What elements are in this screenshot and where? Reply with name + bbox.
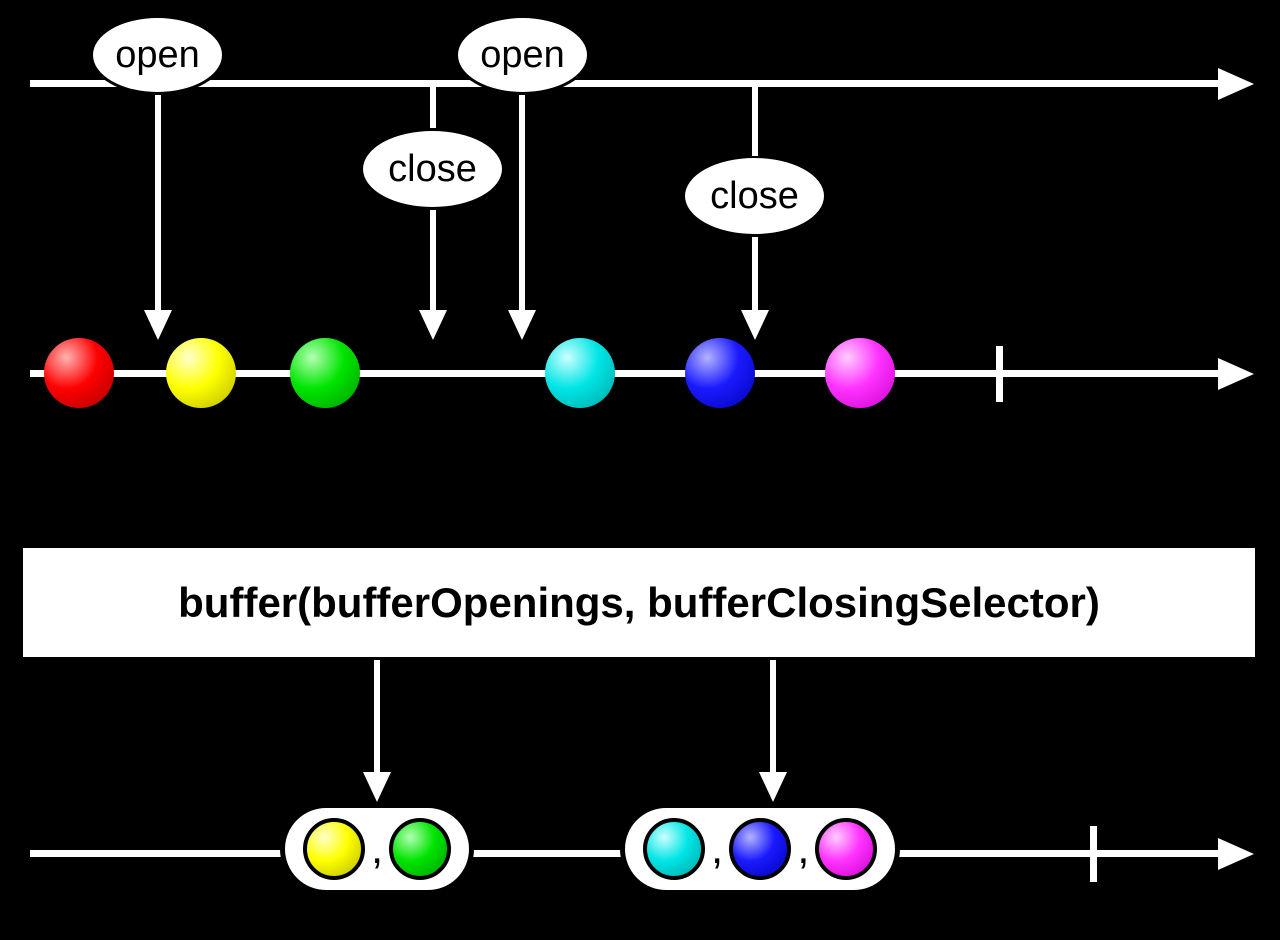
open2-arrow-head-icon: [508, 310, 536, 340]
signal-timeline-arrow-icon: [1218, 68, 1254, 100]
op-to-output1-head-icon: [363, 772, 391, 802]
output-buffer-1: ,: [280, 803, 474, 895]
close1-arrow-down-icon: [430, 210, 436, 313]
close-signal-2: close: [682, 155, 827, 237]
output-timeline-arrow-icon: [1218, 838, 1254, 870]
output-marble-blue: [729, 818, 791, 880]
output-marble-yellow: [303, 818, 365, 880]
close2-arrow-head-icon: [741, 310, 769, 340]
close1-arrow-line-icon: [430, 83, 436, 128]
close2-arrow-line-icon: [752, 83, 758, 156]
close-signal-1: close: [360, 128, 505, 210]
input-marble-magenta: [825, 338, 895, 408]
open1-arrow-line-icon: [155, 95, 161, 313]
input-marble-blue: [685, 338, 755, 408]
open-signal-1: open: [90, 15, 225, 95]
input-marble-red: [44, 338, 114, 408]
output-marble-magenta: [815, 818, 877, 880]
buffer-separator: ,: [797, 824, 809, 880]
input-marble-yellow: [166, 338, 236, 408]
open-signal-2: open: [455, 15, 590, 95]
close2-arrow-down-icon: [752, 237, 758, 314]
input-timeline-arrow-icon: [1218, 358, 1254, 390]
open1-arrow-head-icon: [144, 310, 172, 340]
buffer-separator: ,: [371, 824, 383, 880]
output-complete-icon: [1090, 826, 1097, 882]
open2-arrow-line-icon: [519, 95, 525, 313]
output-buffer-2: , ,: [620, 803, 900, 895]
output-marble-green: [389, 818, 451, 880]
input-marble-green: [290, 338, 360, 408]
input-marble-cyan: [545, 338, 615, 408]
op-to-output2-line-icon: [770, 660, 776, 775]
close1-arrow-head-icon: [419, 310, 447, 340]
input-complete-icon: [996, 346, 1003, 402]
op-to-output2-head-icon: [759, 772, 787, 802]
buffer-separator: ,: [711, 824, 723, 880]
op-to-output1-line-icon: [374, 660, 380, 775]
output-marble-cyan: [643, 818, 705, 880]
operator-box: buffer(bufferOpenings, bufferClosingSele…: [20, 545, 1258, 660]
